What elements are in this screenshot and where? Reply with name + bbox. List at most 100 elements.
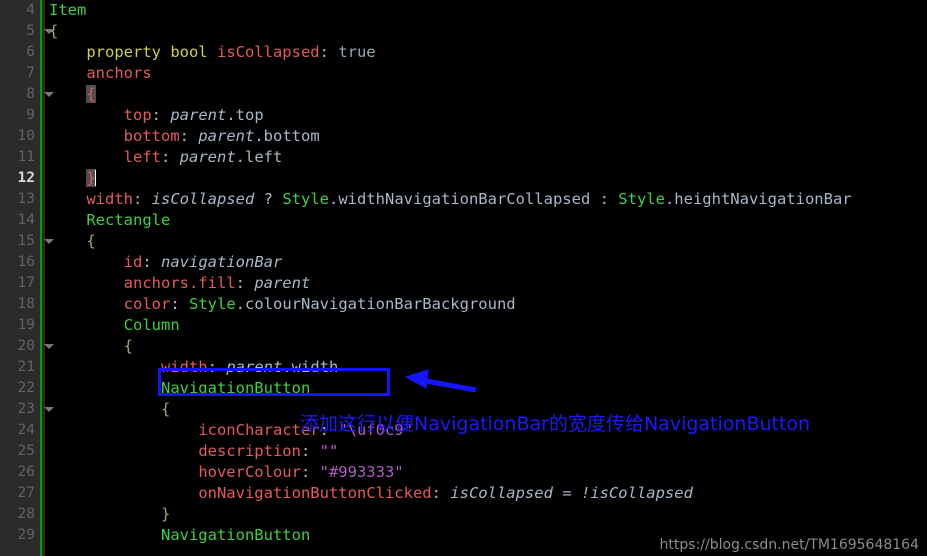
fold-slot-empty bbox=[42, 42, 66, 63]
code-token: onNavigationButtonClicked bbox=[198, 484, 432, 502]
text-cursor bbox=[94, 170, 96, 186]
code-line[interactable]: width: parent.width bbox=[49, 357, 927, 378]
chevron-down-icon bbox=[44, 92, 54, 97]
code-token: anchors.fill bbox=[123, 274, 236, 292]
code-token: Style bbox=[189, 295, 236, 313]
code-line[interactable]: description: "" bbox=[49, 441, 927, 462]
code-fold-column[interactable] bbox=[42, 0, 66, 546]
chevron-down-icon bbox=[44, 344, 54, 349]
chevron-down-icon bbox=[44, 407, 54, 412]
code-token: parent bbox=[179, 148, 236, 166]
code-token: NavigationButton bbox=[160, 526, 311, 544]
line-number: 18 bbox=[17, 296, 35, 312]
code-token: { bbox=[86, 232, 96, 250]
fold-slot-empty bbox=[42, 294, 66, 315]
fold-slot-empty bbox=[42, 273, 66, 294]
fold-slot-empty bbox=[42, 0, 66, 21]
code-line[interactable]: width: isCollapsed ? Style.widthNavigati… bbox=[49, 189, 927, 210]
code-token: .colourNavigationBarBackground bbox=[235, 295, 516, 313]
code-token: .left bbox=[235, 148, 283, 166]
fold-toggle-icon[interactable] bbox=[42, 84, 66, 105]
code-token: top bbox=[123, 106, 152, 124]
line-number: 11 bbox=[17, 149, 35, 165]
code-token: : bbox=[170, 295, 189, 313]
code-line[interactable]: { bbox=[49, 231, 927, 252]
fold-slot-empty bbox=[42, 483, 66, 504]
fold-slot-empty bbox=[42, 210, 66, 231]
code-token: .top bbox=[226, 106, 264, 124]
code-line[interactable]: { bbox=[49, 336, 927, 357]
code-token: true bbox=[338, 43, 376, 61]
code-line[interactable]: color: Style.colourNavigationBarBackgrou… bbox=[49, 294, 927, 315]
code-line[interactable]: Item bbox=[49, 0, 927, 21]
line-number: 28 bbox=[17, 506, 35, 522]
code-token: { bbox=[123, 337, 133, 355]
code-token: : bbox=[319, 43, 339, 61]
code-token: .heightNavigationBar bbox=[664, 190, 852, 208]
fold-slot-empty bbox=[42, 147, 66, 168]
code-token: width bbox=[86, 190, 133, 208]
code-line[interactable]: { bbox=[49, 84, 927, 105]
code-token: id bbox=[123, 253, 143, 271]
fold-toggle-icon[interactable] bbox=[42, 399, 66, 420]
line-number: 17 bbox=[17, 275, 35, 291]
fold-slot-empty bbox=[42, 357, 66, 378]
code-token: : bbox=[133, 190, 152, 208]
code-token: : bbox=[431, 484, 451, 502]
code-line[interactable]: Column bbox=[49, 315, 927, 336]
line-number: 27 bbox=[17, 485, 35, 501]
code-editor[interactable]: 4 5 6 7 8 9 10 11 12 13 14 15 16 17 18 19 20 21 22 23 24 25 26… bbox=[0, 0, 927, 556]
code-token: width bbox=[160, 358, 208, 376]
code-token: navigationBar bbox=[161, 253, 283, 271]
line-number: 20 bbox=[17, 338, 35, 354]
code-line[interactable]: onNavigationButtonClicked: isCollapsed =… bbox=[49, 483, 927, 504]
code-line[interactable]: bottom: parent.bottom bbox=[49, 126, 927, 147]
code-line[interactable]: { bbox=[49, 21, 927, 42]
fold-slot-empty bbox=[42, 252, 66, 273]
line-number: 13 bbox=[17, 191, 35, 207]
fold-toggle-icon[interactable] bbox=[42, 336, 66, 357]
code-line[interactable]: property bool isCollapsed: true bbox=[49, 42, 927, 63]
code-token: : bbox=[300, 463, 320, 481]
code-token: .widthNavigationBarCollapsed : bbox=[329, 190, 619, 208]
annotation-note-text: 添加这行以便NavigationBar的宽度传给NavigationButton bbox=[300, 413, 811, 435]
fold-toggle-icon[interactable] bbox=[42, 21, 66, 42]
code-line[interactable]: anchors bbox=[49, 63, 927, 84]
fold-slot-empty bbox=[42, 378, 66, 399]
code-token: parent bbox=[254, 274, 311, 292]
code-text-area[interactable]: Item{ property bool isCollapsed: true an… bbox=[49, 0, 927, 546]
code-token: "" bbox=[319, 442, 339, 460]
code-line[interactable]: Rectangle bbox=[49, 210, 927, 231]
code-token: hoverColour bbox=[198, 463, 301, 481]
code-line[interactable]: } bbox=[49, 168, 927, 189]
line-number: 19 bbox=[17, 317, 35, 333]
watermark-url: https://blog.csdn.net/TM1695648164 bbox=[659, 537, 919, 553]
line-number: 12 bbox=[17, 170, 35, 186]
code-line[interactable]: top: parent.top bbox=[49, 105, 927, 126]
code-token: Column bbox=[123, 316, 180, 334]
line-number: 23 bbox=[17, 401, 35, 417]
code-token: isCollapsed bbox=[151, 190, 255, 208]
code-token: isCollapsed bbox=[450, 484, 553, 502]
code-token: color bbox=[123, 295, 171, 313]
code-token: { bbox=[86, 85, 96, 103]
fold-slot-empty bbox=[42, 189, 66, 210]
code-token: property bool bbox=[86, 43, 217, 61]
code-token: } bbox=[160, 505, 171, 523]
line-number: 25 bbox=[17, 443, 35, 459]
code-line[interactable]: id: navigationBar bbox=[49, 252, 927, 273]
code-token: .bottom bbox=[254, 127, 320, 145]
line-number: 16 bbox=[17, 254, 35, 270]
code-token: parent bbox=[198, 127, 255, 145]
code-line[interactable]: anchors.fill: parent bbox=[49, 273, 927, 294]
fold-slot-empty bbox=[42, 168, 66, 189]
line-number: 24 bbox=[17, 422, 35, 438]
code-line[interactable]: NavigationButton bbox=[49, 378, 927, 399]
code-line[interactable]: left: parent.left bbox=[49, 147, 927, 168]
code-token: : bbox=[235, 274, 255, 292]
code-line[interactable]: } bbox=[49, 504, 927, 525]
code-line[interactable]: hoverColour: "#993333" bbox=[49, 462, 927, 483]
chevron-down-icon bbox=[44, 29, 54, 34]
fold-slot-empty bbox=[42, 525, 66, 546]
fold-toggle-icon[interactable] bbox=[42, 231, 66, 252]
